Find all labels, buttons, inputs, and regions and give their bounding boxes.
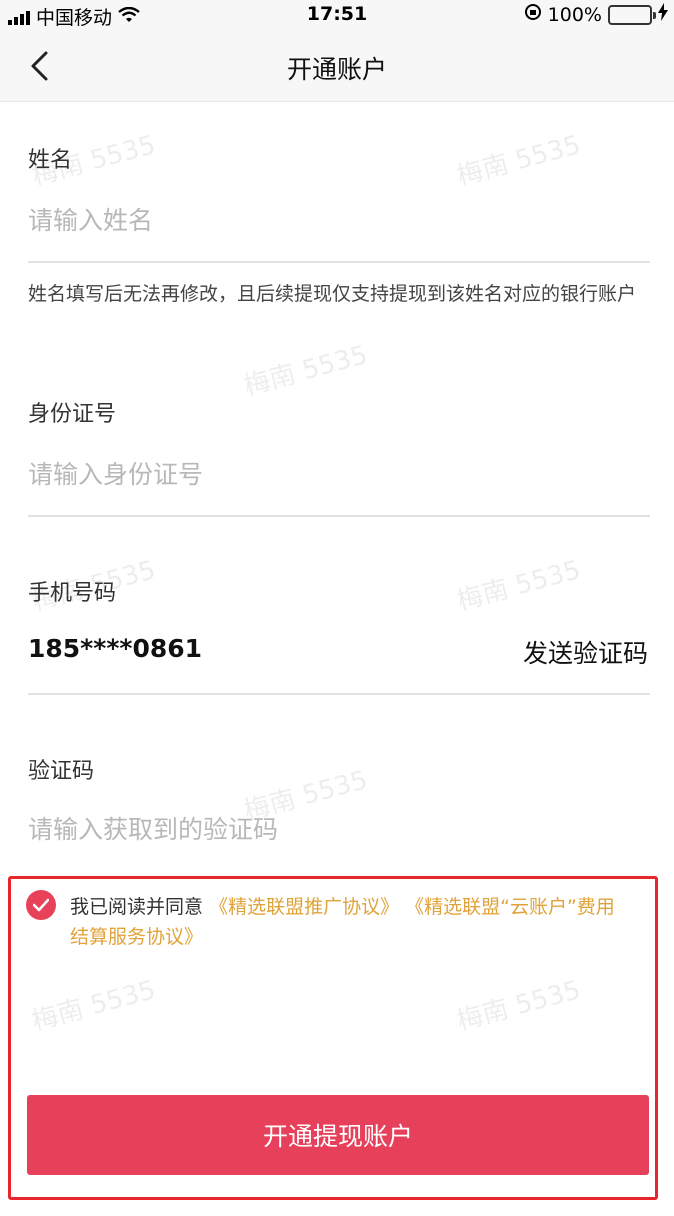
agreement-prefix: 我已阅读并同意 bbox=[70, 896, 204, 918]
name-label: 姓名 bbox=[28, 148, 73, 173]
name-hint: 姓名填写后无法再修改，且后续提现仅支持提现到该姓名对应的银行账户 bbox=[28, 283, 637, 305]
open-account-button[interactable]: 开通提现账户 bbox=[27, 1095, 649, 1175]
name-input[interactable] bbox=[28, 195, 648, 245]
agreement-link-promotion[interactable]: 《精选联盟推广协议》 bbox=[209, 896, 399, 918]
charging-icon bbox=[658, 3, 668, 26]
page-title: 开通账户 bbox=[286, 55, 387, 84]
battery-icon bbox=[608, 4, 656, 25]
agreement-text: 我已阅读并同意 《精选联盟推广协议》 《精选联盟“云账户”费用结算服务协议》 bbox=[70, 892, 630, 952]
name-divider bbox=[28, 261, 650, 263]
phone-value: 185****0861 bbox=[28, 634, 203, 663]
id-number-input[interactable] bbox=[28, 449, 648, 499]
checkmark-icon bbox=[33, 898, 49, 912]
watermark: 梅南 5535 bbox=[240, 340, 371, 402]
code-label: 验证码 bbox=[28, 759, 95, 784]
status-bar: 中国移动 17:51 100% bbox=[0, 0, 674, 30]
watermark: 梅南 5535 bbox=[453, 555, 584, 617]
battery-percent: 100% bbox=[547, 3, 602, 26]
orientation-lock-icon bbox=[524, 3, 542, 26]
phone-divider bbox=[28, 693, 650, 695]
status-right: 100% bbox=[524, 3, 668, 26]
watermark: 梅南 5535 bbox=[453, 130, 584, 192]
id-number-label: 身份证号 bbox=[28, 402, 117, 427]
send-code-button[interactable]: 发送验证码 bbox=[523, 634, 648, 670]
nav-bar: 开通账户 bbox=[0, 30, 674, 102]
phone-label: 手机号码 bbox=[28, 581, 117, 606]
code-input[interactable] bbox=[28, 804, 648, 854]
id-number-divider bbox=[28, 515, 650, 517]
agree-checkbox[interactable] bbox=[26, 890, 56, 920]
